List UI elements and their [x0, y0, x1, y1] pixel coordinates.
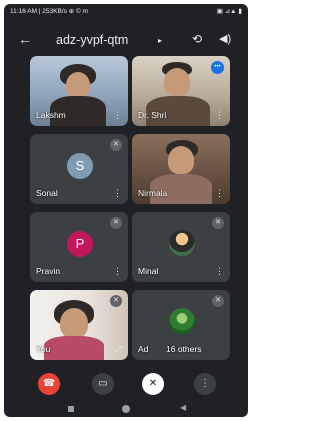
- mic-off-icon: ✕: [110, 139, 122, 151]
- self-video-tile[interactable]: ✕ You ⤢: [30, 290, 128, 360]
- camera-toggle-button[interactable]: ▭: [92, 373, 114, 395]
- participant-face: [66, 72, 90, 98]
- avatar: [169, 308, 195, 334]
- participant-name: Dr. Shri: [138, 110, 167, 120]
- participant-name: Lakshm: [36, 110, 66, 120]
- recents-icon[interactable]: [68, 406, 74, 412]
- others-tile[interactable]: ✕ Ad 16 others: [132, 290, 230, 360]
- nav-back-icon[interactable]: ◀: [180, 403, 186, 412]
- others-count: 16 others: [166, 344, 202, 354]
- home-icon[interactable]: [122, 405, 130, 413]
- flip-camera-icon[interactable]: ⟲: [192, 32, 202, 46]
- avatar: P: [67, 231, 93, 257]
- more-vert-icon[interactable]: ⋮: [113, 111, 122, 120]
- mic-off-icon: ✕: [110, 295, 122, 307]
- speaker-icon[interactable]: ◀): [219, 32, 231, 45]
- more-vert-icon[interactable]: ⋮: [215, 111, 224, 120]
- meeting-code[interactable]: adz-yvpf-qtm: [56, 33, 128, 47]
- mic-toggle-button[interactable]: ✕: [142, 373, 164, 395]
- more-vert-icon[interactable]: ⋮: [113, 189, 122, 198]
- participant-name: Ad: [138, 344, 149, 354]
- participant-face: [60, 308, 88, 338]
- hang-up-button[interactable]: ☎: [38, 373, 60, 395]
- system-nav-bar: ◀: [4, 402, 248, 417]
- more-options-button[interactable]: ⋮: [194, 373, 216, 395]
- participant-name: Nirmala: [138, 188, 168, 198]
- participant-name: Sonal: [36, 188, 58, 198]
- status-left: 11:16 AM | 253KB/s ⊕ © m: [10, 8, 88, 15]
- speaking-indicator-icon: •••: [211, 61, 224, 74]
- participant-tile[interactable]: ✕ P Pravin ⋮: [30, 212, 128, 282]
- participant-body: [44, 336, 104, 360]
- status-right: ▣ ⊿▲ ▮: [216, 8, 242, 15]
- expand-icon[interactable]: ⤢: [115, 345, 122, 354]
- mic-off-icon: ✕: [212, 295, 224, 307]
- call-controls: ☎ ▭ ✕ ⋮: [4, 369, 248, 399]
- meeting-top-bar: ← adz-yvpf-qtm ▸ ⟲ ◀): [4, 28, 248, 54]
- more-vert-icon[interactable]: ⋮: [215, 267, 224, 276]
- caret-right-icon[interactable]: ▸: [158, 36, 162, 45]
- participant-name: You: [36, 344, 51, 354]
- participant-face: [168, 146, 194, 174]
- participant-tile[interactable]: ✕ S Sonal ⋮: [30, 134, 128, 204]
- participant-tile[interactable]: ••• Dr. Shri ⋮: [132, 56, 230, 126]
- participant-name: Minal: [138, 266, 159, 276]
- participant-name: Pravin: [36, 266, 61, 276]
- more-vert-icon[interactable]: ⋮: [113, 267, 122, 276]
- phone-screen: 11:16 AM | 253KB/s ⊕ © m ▣ ⊿▲ ▮ ← adz-yv…: [4, 4, 248, 417]
- more-vert-icon[interactable]: ⋮: [215, 189, 224, 198]
- avatar: S: [67, 153, 93, 179]
- status-bar: 11:16 AM | 253KB/s ⊕ © m ▣ ⊿▲ ▮: [4, 4, 248, 20]
- mic-off-icon: ✕: [110, 217, 122, 229]
- mic-off-icon: ✕: [212, 217, 224, 229]
- participant-tile[interactable]: ✕ Minal ⋮: [132, 212, 230, 282]
- participant-tile[interactable]: Nirmala ⋮: [132, 134, 230, 204]
- avatar: [169, 230, 195, 256]
- back-arrow-icon[interactable]: ←: [18, 31, 32, 47]
- participant-face: [164, 68, 190, 96]
- participant-tile[interactable]: Lakshm ⋮: [30, 56, 128, 126]
